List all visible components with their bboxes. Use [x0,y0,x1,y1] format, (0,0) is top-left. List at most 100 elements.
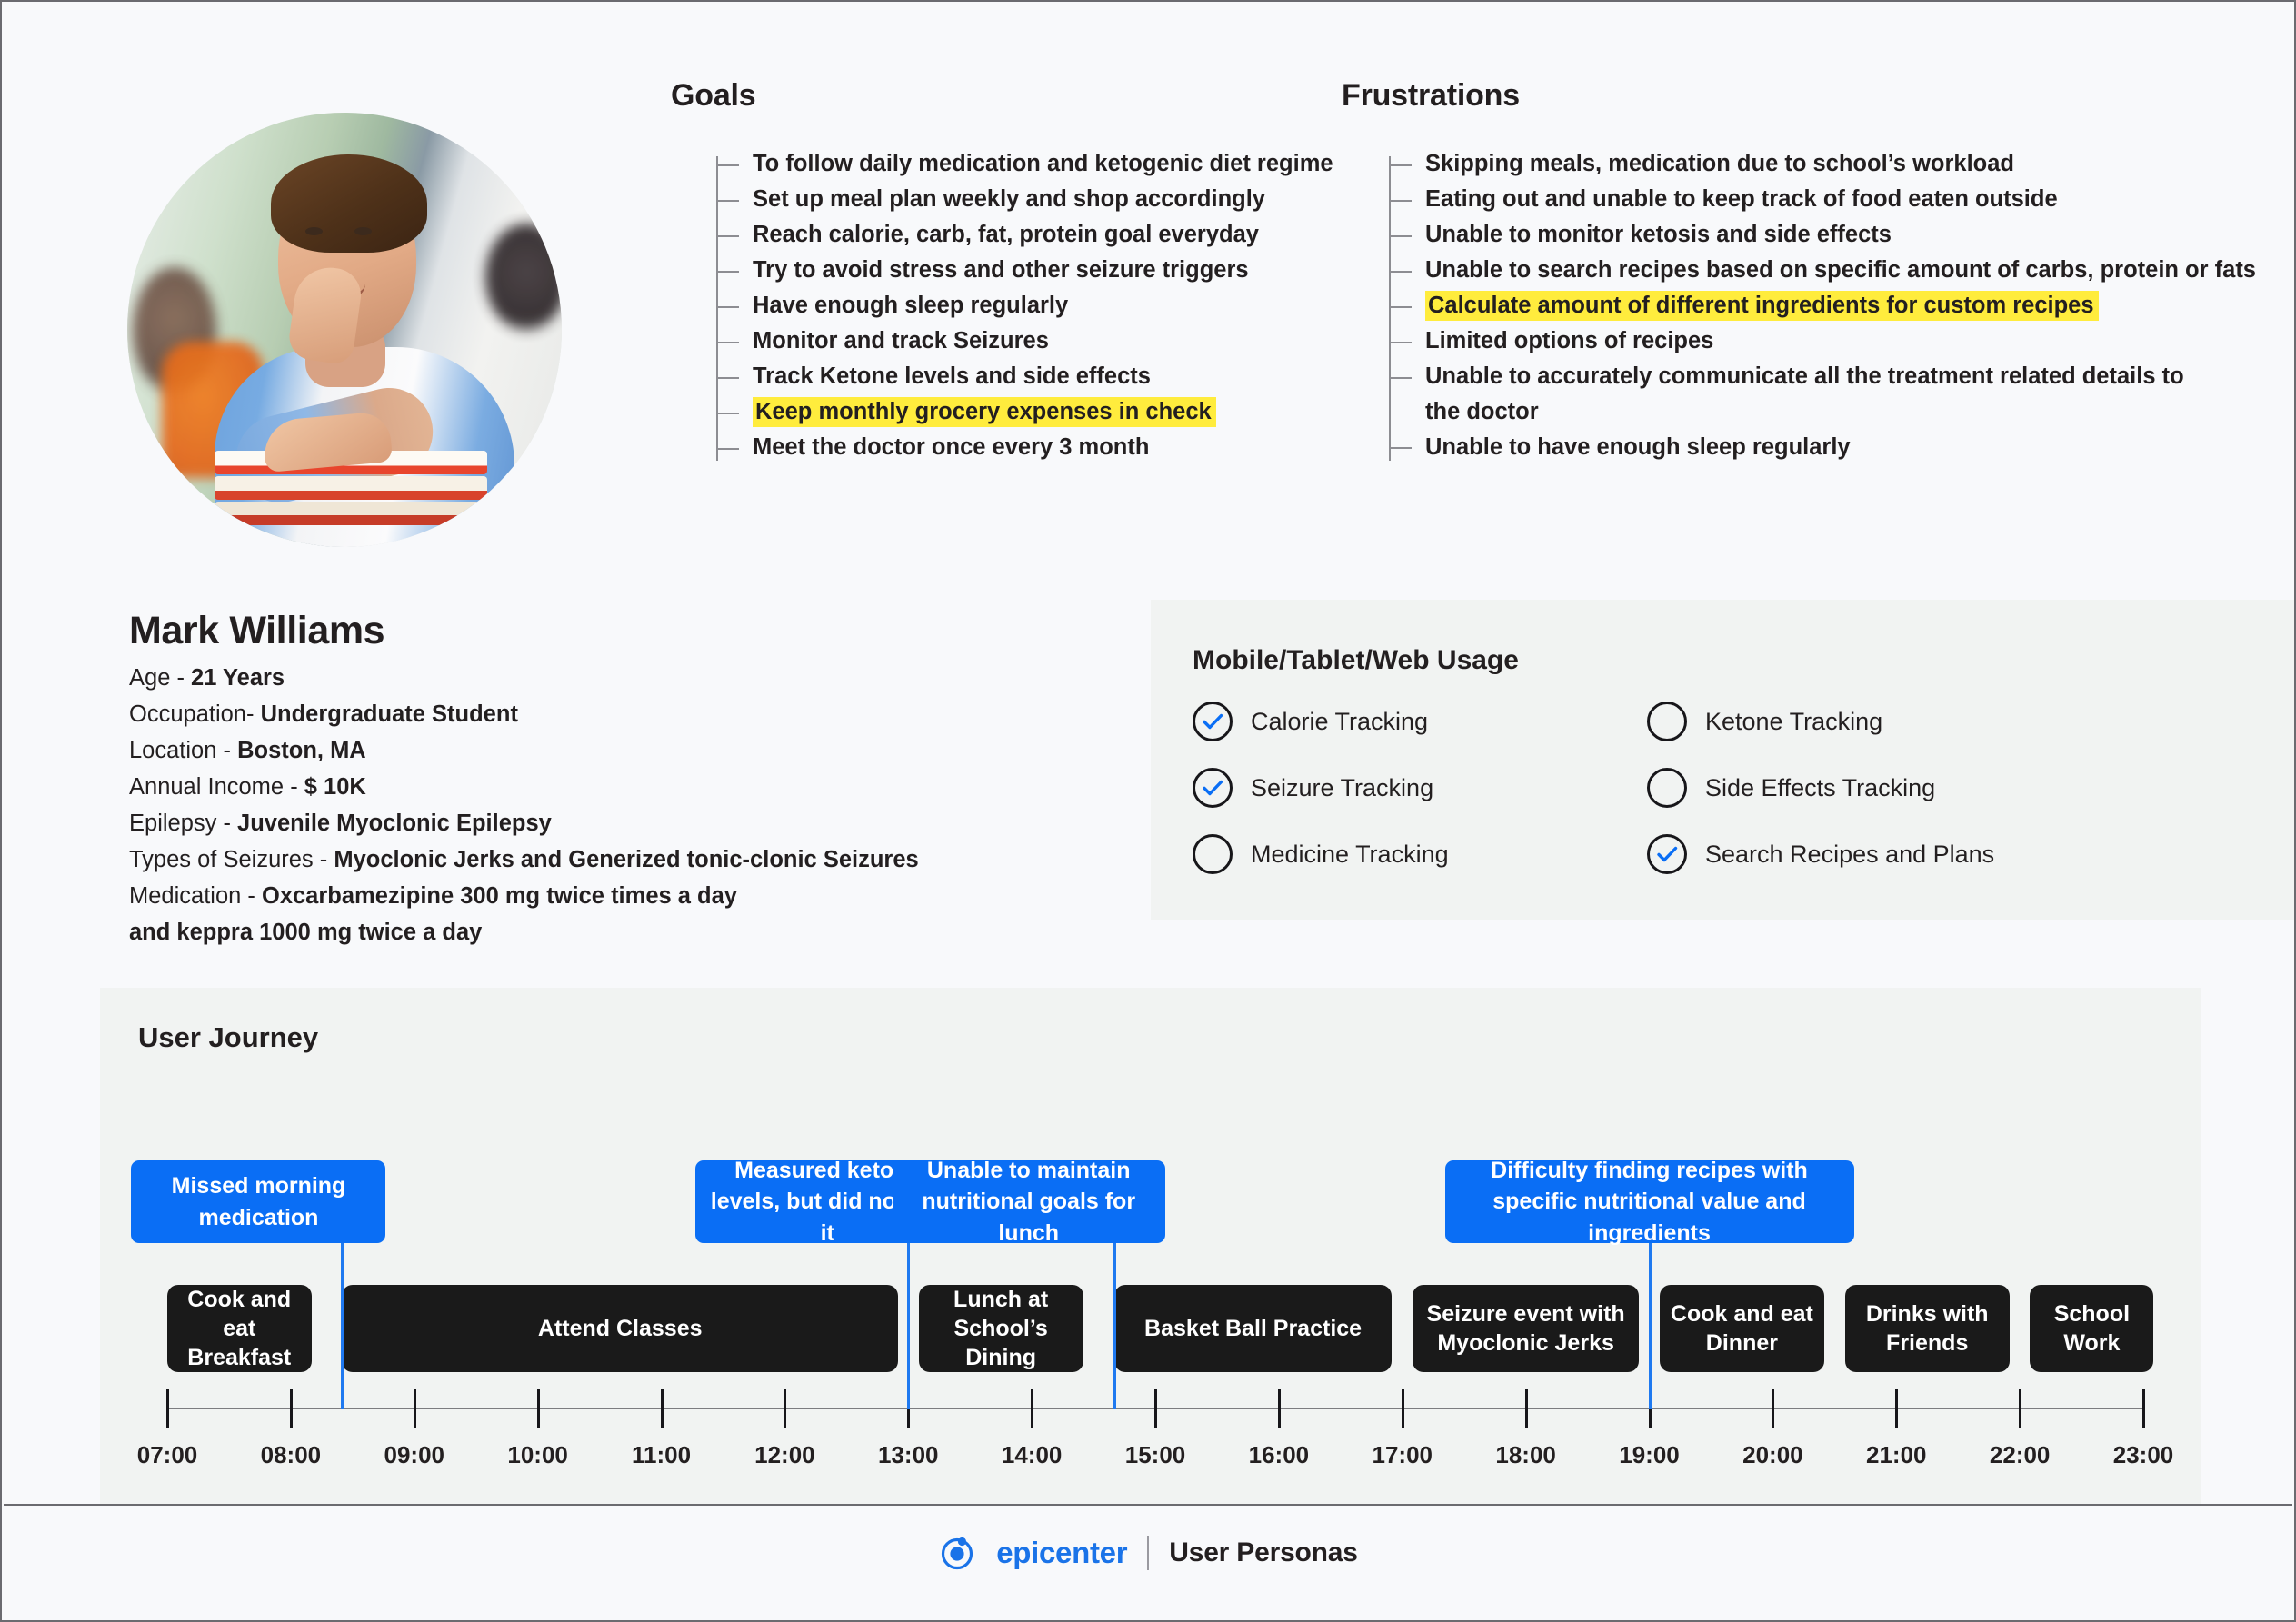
highlighted-text: Keep monthly grocery expenses in check [753,397,1216,427]
persona-field: Occupation- Undergraduate Student [129,696,919,732]
persona-field-label: Annual Income - [129,774,304,801]
usage-checkbox-ketone-tracking[interactable]: Ketone Tracking [1647,702,2256,741]
persona-field: Medication - Oxcarbamezipine 300 mg twic… [129,878,919,914]
timeline-tick-label: 13:00 [878,1441,939,1468]
frustrations-list: Skipping meals, medication due to school… [1389,152,2256,472]
usage-checkbox-medicine-tracking[interactable]: Medicine Tracking [1193,834,1647,874]
photo-hair [271,154,427,253]
timeline-tick [2142,1389,2145,1428]
persona-field-label: Medication - [129,883,262,910]
timeline-tick [2019,1389,2022,1428]
list-item: the doctor [1425,399,1539,424]
persona-field: and keppra 1000 mg twice a day [129,914,919,950]
timeline-tick-label: 10:00 [507,1441,568,1468]
usage-checkbox-seizure-tracking[interactable]: Seizure Tracking [1193,768,1647,808]
list-item: Eating out and unable to keep track of f… [1389,187,2256,212]
list-item: Have enough sleep regularly [716,294,1333,318]
journey-activity-block: Basket Ball Practice [1113,1285,1393,1372]
usage-checkbox-label: Ketone Tracking [1705,707,1883,735]
usage-panel: Mobile/Tablet/Web Usage Calorie Tracking… [1151,600,2294,920]
list-item: Reach calorie, carb, fat, protein goal e… [716,223,1333,247]
list-item: Monitor and track Seizures [716,329,1333,353]
footer-subtitle: User Personas [1169,1537,1358,1567]
persona-field: Epilepsy - Juvenile Myoclonic Epilepsy [129,805,919,841]
avatar [127,113,562,547]
timeline-tick [536,1389,540,1428]
checkbox-checked-icon[interactable] [1193,702,1233,741]
checkbox-unchecked-icon[interactable] [1193,834,1233,874]
usage-checkbox-grid: Calorie Tracking Ketone Tracking Seizure T… [1193,702,2256,874]
photo-book [215,502,487,525]
usage-checkbox-calorie-tracking[interactable]: Calorie Tracking [1193,702,1647,741]
list-item: Set up meal plan weekly and shop accordi… [716,187,1333,212]
usage-checkbox-label: Search Recipes and Plans [1705,840,1995,868]
journey-callout: Missed morning medication [131,1160,386,1243]
persona-field-value: Undergraduate Student [260,702,518,728]
timeline-tick-label: 22:00 [1989,1441,2051,1468]
list-item: Unable to search recipes based on specif… [1389,258,2256,283]
usage-checkbox-label: Side Effects Tracking [1705,773,1936,801]
checkbox-unchecked-icon[interactable] [1647,702,1687,741]
persona-field-label: Location - [129,738,238,764]
timeline-tick [166,1389,169,1428]
timeline-tick-label: 23:00 [2112,1441,2174,1468]
timeline-tick-label: 18:00 [1495,1441,1556,1468]
usage-checkbox-side-effects-tracking[interactable]: Side Effects Tracking [1647,768,2256,808]
persona-name: Mark Williams [129,609,385,652]
list-item: Keep monthly grocery expenses in check [716,397,1333,427]
journey-callout: Unable to maintain nutritional goals for… [892,1158,1165,1246]
journey-activity-block: Cook and eat Breakfast [167,1285,312,1372]
journey-callout-connector [341,1243,344,1409]
persona-details: Mark Williams Age - 21 Years Occupation- … [129,609,919,950]
list-item: Skipping meals, medication due to school… [1389,152,2256,176]
timeline-tick-label: 15:00 [1124,1441,1186,1468]
persona-field-value: and keppra 1000 mg twice a day [129,920,483,946]
persona-field-list: Age - 21 Years Occupation- Undergraduate … [129,660,919,950]
journey-activity-block: Lunch at School’s Dining [918,1285,1083,1372]
persona-poster: Goals To follow daily medication and ket… [0,0,2296,1622]
list-item: Unable to have enough sleep regularly [1389,435,2256,460]
timeline-tick [289,1389,293,1428]
goals-heading: Goals [671,78,756,113]
journey-activity-block: Cook and eat Dinner [1659,1285,1824,1372]
persona-field: Age - 21 Years [129,660,919,696]
journey-activity-block: Attend Classes [342,1285,898,1372]
persona-field-label: Occupation- [129,702,261,728]
list-item: Meet the doctor once every 3 month [716,435,1333,460]
timeline-tick [1524,1389,1528,1428]
photo-eye-left [305,227,323,235]
timeline-tick [1154,1389,1157,1428]
list-item: Track Ketone levels and side effects [716,364,1333,389]
timeline-tick [784,1389,787,1428]
timeline-tick-label: 16:00 [1248,1441,1310,1468]
usage-heading: Mobile/Tablet/Web Usage [1193,645,1519,675]
timeline-tick [1895,1389,1899,1428]
persona-field: Annual Income - $ 10K [129,769,919,805]
usage-checkbox-search-recipes-and-plans[interactable]: Search Recipes and Plans [1647,834,2256,874]
timeline-tick-label: 17:00 [1372,1441,1433,1468]
timeline-tick-label: 07:00 [136,1441,198,1468]
timeline-tick [1031,1389,1034,1428]
footer-divider [4,1504,2292,1506]
checkbox-checked-icon[interactable] [1647,834,1687,874]
timeline-tick-label: 11:00 [631,1441,692,1468]
frustrations-heading: Frustrations [1342,78,1520,113]
timeline-tick-label: 08:00 [260,1441,322,1468]
timeline-tick-label: 12:00 [754,1441,815,1468]
timeline-tick-label: 20:00 [1742,1441,1803,1468]
photo-eye-right [354,227,372,235]
list-item: Try to avoid stress and other seizure tr… [716,258,1333,283]
list-item: Limited options of recipes [1389,329,2256,353]
persona-field-label: Types of Seizures - [129,847,334,873]
checkbox-checked-icon[interactable] [1193,768,1233,808]
goals-items: To follow daily medication and ketogenic… [716,152,1333,460]
photo-bg-person-right [485,224,562,331]
user-journey-heading: User Journey [138,1021,319,1053]
footer-separator [1147,1536,1150,1570]
checkbox-unchecked-icon[interactable] [1647,768,1687,808]
persona-field: Location - Boston, MA [129,732,919,769]
frustrations-items: Skipping meals, medication due to school… [1389,152,2256,460]
persona-field-value: 21 Years [191,665,285,691]
list-item: To follow daily medication and ketogenic… [716,152,1333,176]
timeline-tick [413,1389,416,1428]
